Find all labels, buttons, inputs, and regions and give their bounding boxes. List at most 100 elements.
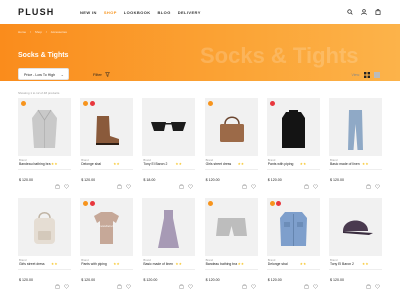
add-to-cart-icon[interactable] bbox=[242, 176, 247, 189]
product-name[interactable]: Girls street dress bbox=[19, 262, 45, 266]
product-name[interactable]: Tony El Baron 2 bbox=[143, 162, 167, 166]
add-to-cart-icon[interactable] bbox=[55, 276, 60, 289]
filter-button[interactable]: Filter bbox=[93, 72, 110, 77]
new-badge bbox=[83, 201, 89, 206]
wishlist-icon[interactable] bbox=[312, 176, 318, 189]
card-divider bbox=[266, 169, 320, 170]
breadcrumb: Home / Shop / Accessories bbox=[18, 30, 67, 34]
breadcrumb-separator: / bbox=[30, 30, 31, 34]
new-badge bbox=[21, 101, 26, 106]
search-icon[interactable] bbox=[346, 8, 354, 16]
wishlist-icon[interactable] bbox=[375, 276, 380, 289]
add-to-cart-icon[interactable] bbox=[304, 276, 309, 289]
add-to-cart-icon[interactable] bbox=[242, 276, 247, 289]
add-to-cart-icon[interactable] bbox=[55, 176, 60, 189]
wishlist-icon[interactable] bbox=[250, 176, 256, 189]
product-card[interactable]: Brand Pants with piping ★★ $ 120.00 bbox=[266, 98, 320, 190]
breadcrumb-item[interactable]: Home bbox=[18, 30, 26, 34]
wishlist-icon[interactable] bbox=[188, 276, 194, 289]
sweater-image bbox=[281, 110, 305, 148]
add-to-cart-icon[interactable] bbox=[179, 176, 184, 189]
product-actions bbox=[55, 176, 69, 189]
product-image[interactable] bbox=[204, 198, 258, 256]
product-card[interactable]: Brand Tony El Baron 2 ★★ $ 120.00 bbox=[329, 198, 382, 290]
grid-view-icon[interactable] bbox=[364, 72, 370, 78]
add-to-cart-icon[interactable] bbox=[366, 176, 371, 189]
product-rating: ★★ bbox=[362, 162, 369, 166]
product-rating: ★★ bbox=[51, 162, 58, 166]
product-name[interactable]: Delonge sbal bbox=[268, 262, 288, 266]
product-card[interactable]: Brand Delonge sbal ★★ $ 120.00 bbox=[80, 98, 134, 190]
product-image[interactable]: Goodnews bbox=[80, 198, 134, 256]
product-actions bbox=[366, 276, 380, 289]
cart-icon[interactable] bbox=[374, 8, 382, 16]
wishlist-icon[interactable] bbox=[250, 276, 256, 289]
product-badges bbox=[21, 101, 26, 106]
product-card[interactable]: Brand Girls street dress ★★ $ 120.00 bbox=[204, 98, 258, 190]
new-badge bbox=[83, 101, 89, 106]
product-name[interactable]: Bandeau bathing bra bbox=[19, 162, 50, 166]
top-header: PLUSH NEW IN SHOP LOOKBOOK BLOG DELIVERY bbox=[0, 0, 400, 24]
wishlist-icon[interactable] bbox=[375, 176, 380, 189]
wishlist-icon[interactable] bbox=[126, 176, 132, 189]
product-name[interactable]: Bandeau bathing bra bbox=[206, 262, 237, 266]
nav-item-blog[interactable]: BLOG bbox=[158, 10, 171, 15]
product-card[interactable]: Goodnews Brand Pants with piping ★★ $ 12… bbox=[80, 198, 134, 290]
add-to-cart-icon[interactable] bbox=[179, 276, 184, 289]
product-card[interactable]: Brand Girls street dress ★★ $ 120.00 bbox=[18, 198, 71, 290]
nav-item-lookbook[interactable]: LOOKBOOK bbox=[124, 10, 151, 15]
product-card[interactable]: Brand Delonge sbal ★★ $ 120.00 bbox=[266, 198, 320, 290]
add-to-cart-icon[interactable] bbox=[366, 276, 371, 289]
breadcrumb-item[interactable]: Accessories bbox=[51, 30, 67, 34]
product-image[interactable] bbox=[266, 98, 320, 156]
product-image[interactable] bbox=[329, 98, 382, 156]
results-count: Showing 1 to 12 of 48 products bbox=[18, 91, 60, 95]
add-to-cart-icon[interactable] bbox=[304, 176, 309, 189]
product-card[interactable]: Brand Bandeau bathing bra ★★ $ 120.00 bbox=[204, 198, 258, 290]
product-price: $ 120.00 bbox=[19, 178, 33, 182]
product-image[interactable] bbox=[204, 98, 258, 156]
wishlist-icon[interactable] bbox=[64, 176, 69, 189]
nav-item-new-in[interactable]: NEW IN bbox=[80, 10, 97, 15]
wishlist-icon[interactable] bbox=[312, 276, 318, 289]
wishlist-icon[interactable] bbox=[64, 276, 69, 289]
view-switcher: View: bbox=[352, 72, 380, 78]
product-image[interactable] bbox=[18, 98, 71, 156]
product-image[interactable] bbox=[142, 98, 196, 156]
breadcrumb-item[interactable]: Shop bbox=[35, 30, 42, 34]
product-card[interactable]: Brand Bandeau bathing bra ★★ $ 120.00 bbox=[18, 98, 71, 190]
add-to-cart-icon[interactable] bbox=[117, 276, 122, 289]
brand-logo[interactable]: PLUSH bbox=[18, 7, 55, 17]
sort-select[interactable]: Price - Low To High ⌄ bbox=[18, 68, 69, 80]
nav-item-shop[interactable]: SHOP bbox=[104, 10, 117, 15]
product-card[interactable]: Brand Basic made of linen ★★ $ 120.00 bbox=[329, 98, 382, 190]
sort-select-value: Price - Low To High bbox=[24, 73, 56, 77]
large-grid-view-icon[interactable] bbox=[374, 72, 380, 78]
product-name[interactable]: Basic made of linen bbox=[143, 262, 173, 266]
product-actions bbox=[304, 276, 318, 289]
product-name[interactable]: Basic made of linen bbox=[330, 162, 360, 166]
product-image[interactable] bbox=[80, 98, 134, 156]
product-rating: ★★ bbox=[51, 262, 58, 266]
product-image[interactable] bbox=[142, 198, 196, 256]
card-divider bbox=[142, 269, 196, 270]
product-price: $ 120.00 bbox=[267, 278, 282, 282]
product-card[interactable]: Brand Tony El Baron 2 ★★ $ 18.00 bbox=[142, 98, 196, 190]
user-icon[interactable] bbox=[360, 8, 368, 16]
nav-item-delivery[interactable]: DELIVERY bbox=[178, 10, 201, 15]
product-name[interactable]: Girls street dress bbox=[206, 162, 232, 166]
product-card[interactable]: Brand Basic made of linen ★★ $ 120.00 bbox=[142, 198, 196, 290]
product-image[interactable] bbox=[266, 198, 320, 256]
product-image[interactable] bbox=[18, 198, 71, 256]
wishlist-icon[interactable] bbox=[188, 176, 194, 189]
product-name[interactable]: Pants with piping bbox=[268, 162, 294, 166]
wishlist-icon[interactable] bbox=[126, 276, 132, 289]
product-name[interactable]: Delonge sbal bbox=[81, 162, 101, 166]
product-name[interactable]: Tony El Baron 2 bbox=[330, 262, 354, 266]
filter-icon bbox=[104, 72, 110, 77]
new-badge bbox=[207, 201, 213, 206]
product-name[interactable]: Pants with piping bbox=[81, 262, 107, 266]
add-to-cart-icon[interactable] bbox=[117, 176, 122, 189]
product-rating: ★★ bbox=[237, 262, 245, 266]
product-image[interactable] bbox=[329, 198, 382, 256]
